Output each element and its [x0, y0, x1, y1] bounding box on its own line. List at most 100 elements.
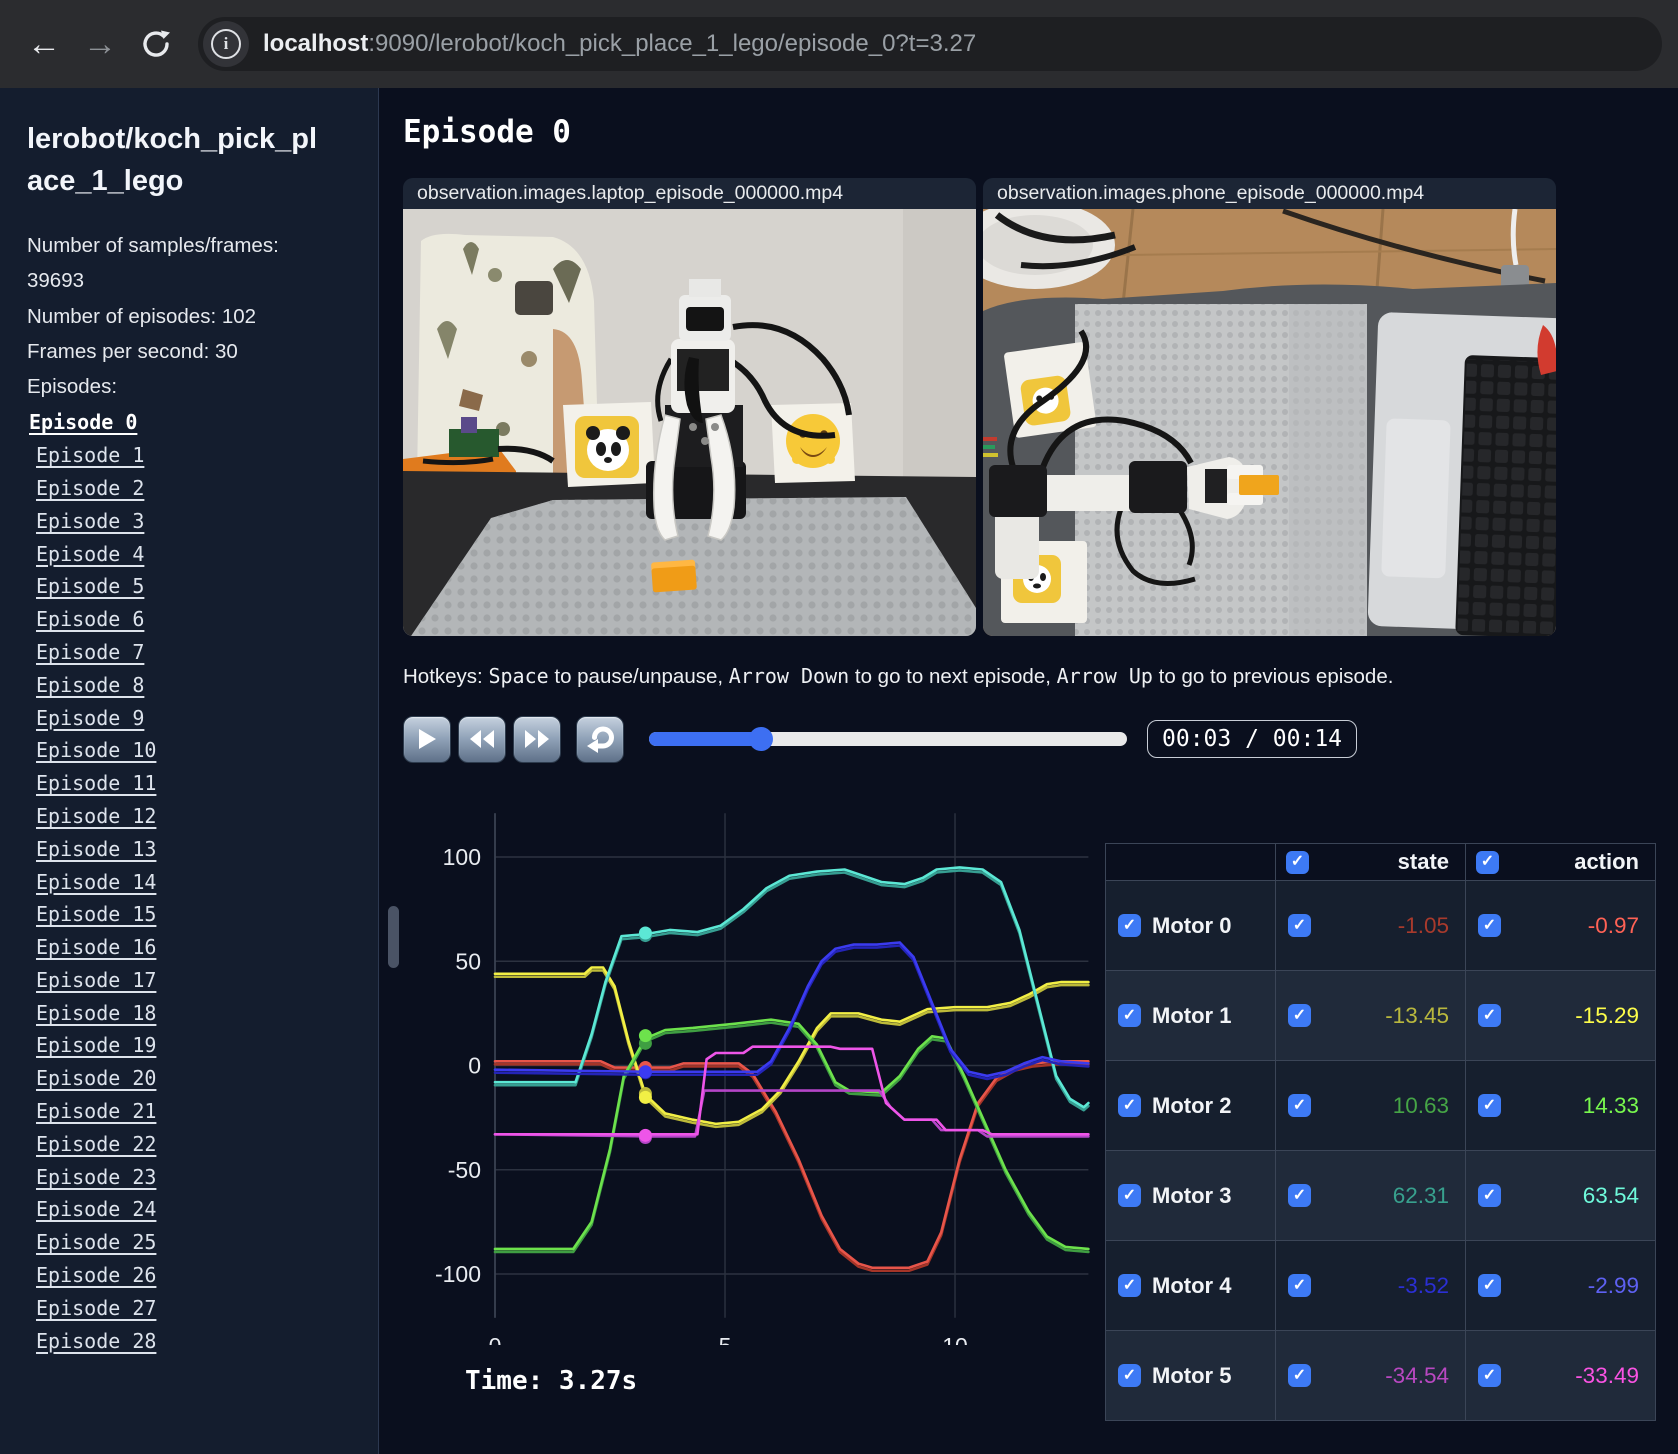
action-checkbox[interactable]: [1478, 1004, 1501, 1027]
episode-link[interactable]: Episode 21: [36, 1095, 156, 1128]
table-header-action: action: [1465, 843, 1656, 881]
state-checkbox[interactable]: [1288, 1184, 1311, 1207]
episode-link[interactable]: Episode 18: [36, 997, 156, 1030]
episode-link[interactable]: Episode 2: [36, 472, 144, 505]
motor-checkbox[interactable]: [1118, 914, 1141, 937]
forward-icon[interactable]: →: [72, 16, 128, 72]
seek-slider[interactable]: [649, 727, 1127, 751]
episode-link[interactable]: Episode 26: [36, 1259, 156, 1292]
episode-link[interactable]: Episode 4: [36, 538, 144, 571]
episode-list-item: Episode 19: [36, 1029, 378, 1062]
action-checkbox[interactable]: [1478, 1364, 1501, 1387]
episode-link[interactable]: Episode 1: [36, 439, 144, 472]
episode-list-item: Episode 25: [36, 1226, 378, 1259]
url-host: localhost: [263, 30, 369, 57]
episode-link[interactable]: Episode 0: [29, 406, 137, 439]
episode-link[interactable]: Episode 12: [36, 800, 156, 833]
svg-text:5: 5: [719, 1333, 732, 1345]
reload-icon[interactable]: [128, 16, 184, 72]
svg-text:0: 0: [468, 1053, 481, 1079]
state-checkbox[interactable]: [1288, 1094, 1311, 1117]
episode-link[interactable]: Episode 19: [36, 1029, 156, 1062]
motor-row: Motor 4 -3.52 -2.99: [1105, 1240, 1656, 1331]
motor-checkbox[interactable]: [1118, 1274, 1141, 1297]
info-icon: i: [211, 29, 241, 59]
episode-link[interactable]: Episode 16: [36, 931, 156, 964]
episode-link[interactable]: Episode 27: [36, 1292, 156, 1325]
state-checkbox[interactable]: [1288, 1364, 1311, 1387]
state-value: 10.63: [1392, 1092, 1449, 1118]
action-value: 14.33: [1582, 1092, 1639, 1118]
state-checkbox[interactable]: [1288, 914, 1311, 937]
episodes-label: Episodes:: [27, 375, 118, 399]
motor-name: Motor 2: [1152, 1092, 1232, 1118]
episode-link[interactable]: Episode 9: [36, 702, 144, 735]
state-column-checkbox[interactable]: [1286, 850, 1309, 874]
back-icon[interactable]: ←: [16, 16, 72, 72]
motor-row: Motor 5 -34.54 -33.49: [1105, 1330, 1656, 1421]
episode-link[interactable]: Episode 28: [36, 1325, 156, 1358]
chart-column: 100 50 0 -50 -100 0 5 10 Time: 3.27s: [379, 787, 1105, 1396]
episode-list-item: Episode 12: [36, 800, 378, 833]
motor-checkbox[interactable]: [1118, 1094, 1141, 1117]
state-checkbox[interactable]: [1288, 1004, 1311, 1027]
loop-button[interactable]: [576, 715, 624, 763]
episode-link[interactable]: Episode 14: [36, 866, 156, 899]
page-title: Episode 0: [403, 114, 571, 150]
episode-link[interactable]: Episode 3: [36, 505, 144, 538]
episode-list-item: Episode 16: [36, 931, 378, 964]
motor-row: Motor 3 62.31 63.54: [1105, 1150, 1656, 1241]
url-bar[interactable]: i localhost:9090/lerobot/koch_pick_place…: [198, 17, 1662, 71]
dataset-stats: Number of samples/frames: 39693 Number o…: [27, 228, 327, 404]
play-button[interactable]: [403, 715, 451, 763]
action-checkbox[interactable]: [1478, 1094, 1501, 1117]
state-header-label: state: [1397, 849, 1449, 874]
episode-link[interactable]: Episode 13: [36, 833, 156, 866]
episode-link[interactable]: Episode 24: [36, 1193, 156, 1226]
state-checkbox[interactable]: [1288, 1274, 1311, 1297]
player-controls: 00:03 / 00:14: [403, 715, 1678, 763]
table-header-state: state: [1275, 843, 1466, 881]
episode-link[interactable]: Episode 8: [36, 669, 144, 702]
site-info-button[interactable]: i: [203, 21, 249, 67]
episode-link[interactable]: Episode 5: [36, 570, 144, 603]
scrollbar-thumb[interactable]: [388, 906, 399, 968]
phone-video[interactable]: [983, 209, 1556, 636]
episode-list-item: Episode 9: [36, 702, 378, 735]
svg-text:-50: -50: [448, 1157, 481, 1183]
episode-list-item: Episode 21: [36, 1095, 378, 1128]
action-column-checkbox[interactable]: [1476, 850, 1499, 874]
episode-link[interactable]: Episode 10: [36, 734, 156, 767]
episode-link[interactable]: Episode 25: [36, 1226, 156, 1259]
chart-time-label: Time: 3.27s: [465, 1366, 638, 1396]
motor-checkbox[interactable]: [1118, 1364, 1141, 1387]
episode-link[interactable]: Episode 17: [36, 964, 156, 997]
motor-row: Motor 1 -13.45 -15.29: [1105, 970, 1656, 1061]
motor-checkbox[interactable]: [1118, 1184, 1141, 1207]
episode-link[interactable]: Episode 20: [36, 1062, 156, 1095]
fast-forward-icon: [525, 730, 549, 748]
episode-link[interactable]: Episode 22: [36, 1128, 156, 1161]
laptop-video[interactable]: [403, 209, 976, 636]
action-value: -33.49: [1575, 1362, 1639, 1388]
fast-forward-button[interactable]: [513, 715, 561, 763]
action-checkbox[interactable]: [1478, 1274, 1501, 1297]
episode-link[interactable]: Episode 15: [36, 898, 156, 931]
svg-text:50: 50: [455, 948, 481, 974]
hotkey-name: Arrow Down: [728, 664, 850, 688]
time-display: 00:03 / 00:14: [1147, 720, 1358, 758]
episode-list-item: Episode 2: [36, 472, 378, 505]
episode-link[interactable]: Episode 11: [36, 767, 156, 800]
episode-link[interactable]: Episode 23: [36, 1161, 156, 1194]
rewind-button[interactable]: [458, 715, 506, 763]
action-checkbox[interactable]: [1478, 914, 1501, 937]
slider-thumb[interactable]: [749, 727, 774, 751]
state-value: -3.52: [1397, 1272, 1449, 1298]
motor-chart[interactable]: 100 50 0 -50 -100 0 5 10: [379, 793, 1105, 1359]
url-text: localhost:9090/lerobot/koch_pick_place_1…: [263, 30, 976, 58]
action-checkbox[interactable]: [1478, 1184, 1501, 1207]
play-icon: [419, 729, 436, 749]
episode-link[interactable]: Episode 6: [36, 603, 144, 636]
episode-link[interactable]: Episode 7: [36, 636, 144, 669]
motor-checkbox[interactable]: [1118, 1004, 1141, 1027]
